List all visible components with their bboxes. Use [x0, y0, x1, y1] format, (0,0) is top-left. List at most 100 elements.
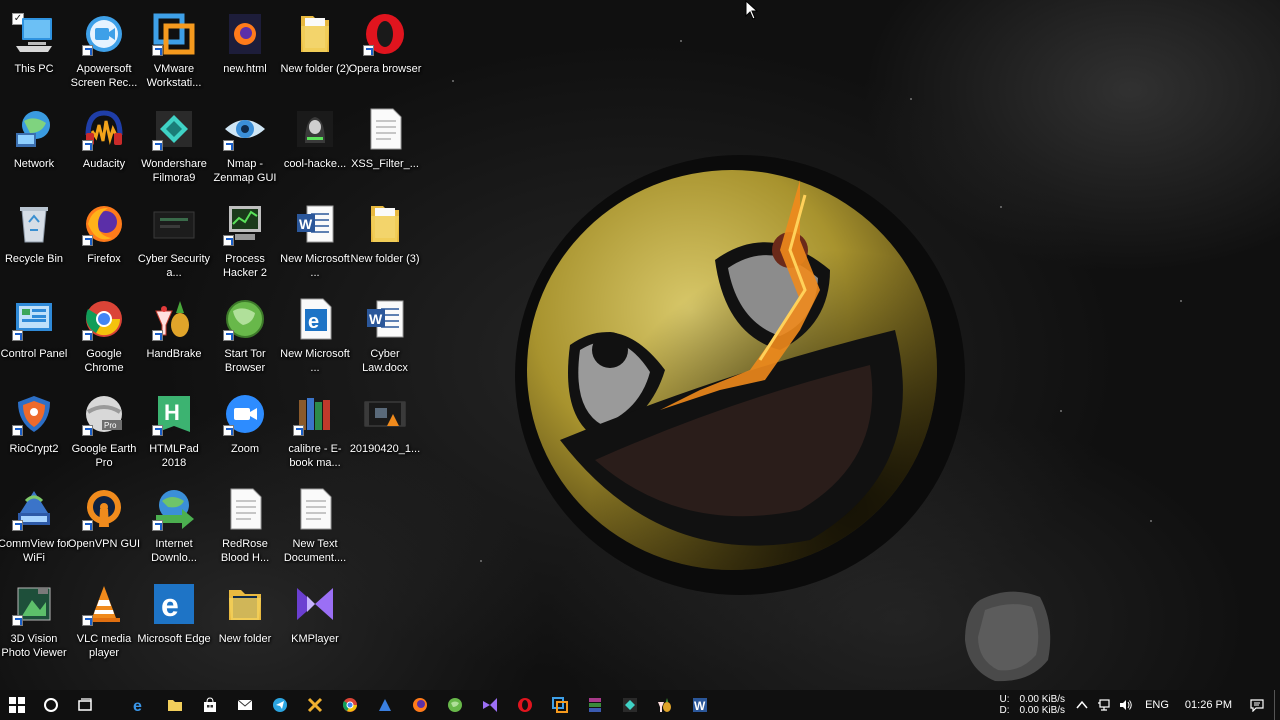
taskbar-app-telegram[interactable]: [262, 690, 297, 720]
notification-icon: [1250, 699, 1264, 712]
taskbar-app-tool[interactable]: [297, 690, 332, 720]
desktop-icon-firefox[interactable]: Firefox: [70, 196, 138, 288]
desktop-icon-filmora[interactable]: Wondershare Filmora9: [140, 101, 208, 193]
network-status-button[interactable]: [1093, 690, 1115, 720]
taskbar-app-word[interactable]: W: [682, 690, 717, 720]
desktop-icon-new-folder-2[interactable]: New folder (2): [280, 6, 350, 98]
desktop-icon-google-earth[interactable]: Pro Google Earth Pro: [70, 386, 138, 478]
desktop-icon-openvpn[interactable]: OpenVPN GUI: [68, 481, 140, 573]
desktop-icon-xss-filter[interactable]: XSS_Filter_...: [351, 101, 419, 193]
desktop-icon-cyber-law[interactable]: W Cyber Law.docx: [351, 291, 419, 383]
desktop-icon-video-file[interactable]: 20190420_1...: [350, 386, 420, 478]
taskbar-app-tor[interactable]: [437, 690, 472, 720]
net-speed-meter[interactable]: 0.00 KiB/s 0.00 KiB/s: [1019, 694, 1065, 716]
taskbar-app-firefox[interactable]: [402, 690, 437, 720]
tor-globe-icon: [447, 698, 462, 712]
desktop-icon-google-chrome[interactable]: Google Chrome: [70, 291, 138, 383]
desktop-icon-new-folder[interactable]: New folder: [211, 576, 279, 668]
taskbar-app-file-explorer[interactable]: [157, 690, 192, 720]
desktop-icon-commview[interactable]: CommView for WiFi: [0, 481, 70, 573]
desktop-icon-new-microsoft-edge[interactable]: e New Microsoft ...: [280, 291, 350, 383]
folder-icon: [167, 700, 182, 711]
video-file-icon: [364, 401, 406, 427]
desktop-icon-recycle-bin[interactable]: Recycle Bin: [0, 196, 68, 288]
system-tray: U: D: 0.00 KiB/s 0.00 KiB/s ENG 01:26 PM: [999, 690, 1280, 720]
download-speed: 0.00 KiB/s: [1019, 705, 1066, 716]
icon-label: HandBrake: [146, 348, 202, 360]
taskbar-app-store[interactable]: [192, 690, 227, 720]
desktop-icon-control-panel[interactable]: Control Panel: [0, 291, 68, 383]
desktop-icon-calibre[interactable]: calibre - E-book ma...: [281, 386, 349, 478]
desktop-icon-edge[interactable]: e Microsoft Edge: [137, 576, 211, 668]
desktop-icon-cyber-security[interactable]: Cyber Security a...: [138, 196, 210, 288]
taskbar-app-edge[interactable]: e: [122, 690, 157, 720]
desktop-icon-zoom[interactable]: Zoom: [211, 386, 279, 478]
show-hidden-icons-button[interactable]: [1071, 690, 1093, 720]
mouse-cursor: [745, 0, 759, 20]
edge-icon: e: [154, 584, 194, 624]
desktop-icon-riocrypt[interactable]: RioCrypt2: [0, 386, 68, 478]
desktop-icon-apowersoft[interactable]: Apowersoft Screen Rec...: [70, 6, 138, 98]
video-thumbnail-icon: [153, 211, 195, 239]
shortcut-arrow-icon: [12, 330, 23, 341]
desktop-icon-kmplayer[interactable]: KMPlayer: [281, 576, 349, 668]
volume-button[interactable]: [1115, 690, 1137, 720]
icon-label: Cyber Security a...: [137, 253, 211, 279]
clock[interactable]: 01:26 PM: [1177, 699, 1240, 711]
icon-label: calibre - E-book ma...: [288, 443, 342, 469]
desktop-icon-htmlpad[interactable]: H HTMLPad 2018: [140, 386, 208, 478]
shortcut-arrow-icon: [82, 140, 93, 151]
edge-document-icon: e: [300, 298, 332, 340]
desktop-icon-idm[interactable]: Internet Downlo...: [140, 481, 208, 573]
desktop-icon-new-microsoft-word[interactable]: W New Microsoft ...: [280, 196, 350, 288]
svg-text:W: W: [369, 311, 383, 327]
task-view-button[interactable]: [68, 690, 102, 720]
desktop-icon-nmap[interactable]: Nmap - Zenmap GUI: [211, 101, 279, 193]
action-center-button[interactable]: [1240, 690, 1274, 720]
desktop-icon-new-html[interactable]: new.html: [211, 6, 279, 98]
desktop-icon-network[interactable]: Network: [0, 101, 68, 193]
star: [1150, 520, 1152, 522]
shortcut-arrow-icon: [82, 330, 93, 341]
taskbar-app-opera[interactable]: [507, 690, 542, 720]
desktop[interactable]: ✓ This PC Network Recycle Bin Control Pa…: [0, 0, 1280, 690]
desktop-icon-vmware[interactable]: VMware Workstati...: [140, 6, 208, 98]
desktop-icon-this-pc[interactable]: ✓ This PC: [0, 6, 68, 98]
desktop-icon-opera[interactable]: Opera browser: [349, 6, 421, 98]
desktop-icon-new-text-doc[interactable]: New Text Document....: [281, 481, 349, 573]
icon-label: Control Panel: [0, 348, 68, 360]
shortcut-arrow-icon: [82, 520, 93, 531]
svg-text:W: W: [694, 699, 706, 713]
icon-label: Opera browser: [348, 63, 422, 75]
taskbar-app-chrome[interactable]: [332, 690, 367, 720]
desktop-icon-process-hacker[interactable]: Process Hacker 2: [211, 196, 279, 288]
icon-label: Firefox: [87, 253, 121, 265]
shortcut-arrow-icon: [363, 45, 374, 56]
taskbar-app-vmware[interactable]: [542, 690, 577, 720]
task-view-icon: [78, 698, 92, 711]
desktop-icon-3d-vision[interactable]: 3D Vision Photo Viewer: [0, 576, 68, 668]
icon-label: New folder: [218, 633, 272, 645]
shortcut-arrow-icon: [152, 45, 163, 56]
desktop-icon-audacity[interactable]: Audacity: [70, 101, 138, 193]
taskbar-app-mail[interactable]: [227, 690, 262, 720]
desktop-icon-redrose[interactable]: RedRose Blood H...: [211, 481, 279, 573]
taskbar-app-filmora[interactable]: [612, 690, 647, 720]
taskbar-app-visual-studio[interactable]: [472, 690, 507, 720]
taskbar-app-blue-tool[interactable]: [367, 690, 402, 720]
taskbar-app-winrar[interactable]: [577, 690, 612, 720]
show-desktop-button[interactable]: [1274, 690, 1280, 720]
start-button[interactable]: [0, 690, 34, 720]
desktop-icon-tor-browser[interactable]: Start Tor Browser: [211, 291, 279, 383]
icon-label: Audacity: [82, 158, 126, 170]
desktop-icon-handbrake[interactable]: HandBrake: [140, 291, 208, 383]
desktop-icon-cool-hacker[interactable]: cool-hacke...: [281, 101, 349, 193]
telegram-icon: [272, 698, 287, 712]
desktop-icon-new-folder-3[interactable]: New folder (3): [350, 196, 420, 288]
taskbar-app-handbrake[interactable]: [647, 690, 682, 720]
cortana-search-button[interactable]: [34, 690, 68, 720]
icon-label: Apowersoft Screen Rec...: [70, 63, 138, 89]
desktop-icon-vlc[interactable]: VLC media player: [70, 576, 138, 668]
language-indicator[interactable]: ENG: [1137, 699, 1177, 711]
shortcut-arrow-icon: [152, 520, 163, 531]
